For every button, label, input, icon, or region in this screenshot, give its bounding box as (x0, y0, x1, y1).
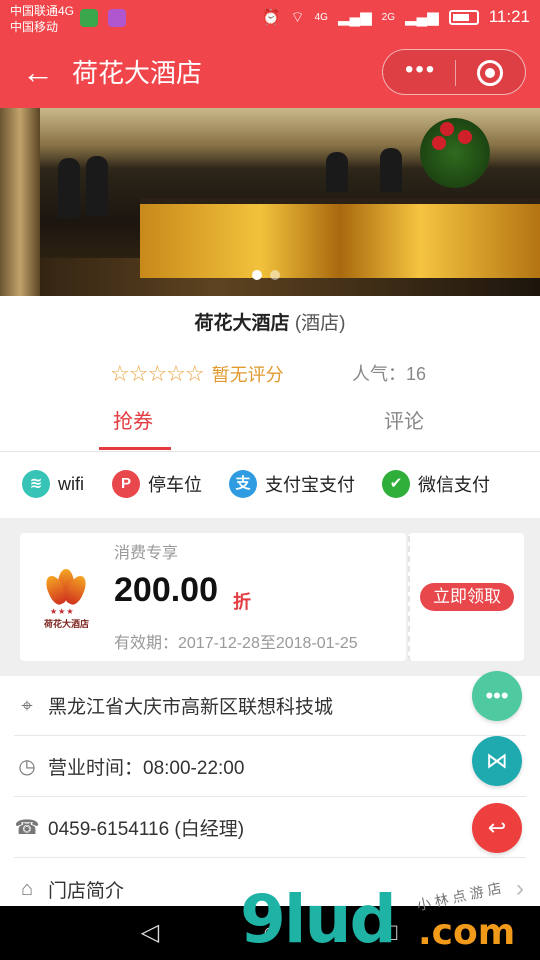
location-pin-icon: ⌖ (21, 694, 33, 717)
amenity-label: 停车位 (148, 475, 202, 495)
hero-person (86, 156, 108, 216)
alipay-icon: 支 (229, 470, 257, 498)
signal-bars-icon: ▂▄▆ (337, 9, 372, 26)
hero-reception-counter (140, 198, 540, 278)
coupon-amount: 200.00 (114, 571, 218, 609)
store-icon: ⌂ (20, 878, 34, 900)
amenity-label: 支付宝支付 (265, 475, 355, 495)
amenities-row: ≋ wifi P 停车位 支 支付宝支付 ✔ 微信支付 (0, 462, 540, 510)
amenity-parking: P 停车位 (112, 470, 202, 498)
coupon-label: 消费专享 (114, 545, 179, 562)
hero-plant (420, 118, 490, 188)
address-text: 黑龙江省大庆市高新区联想科技城 (48, 697, 334, 718)
tab-coupon[interactable]: 抢券 (113, 406, 153, 438)
hero-pillar (0, 108, 40, 296)
net-4g-label: 4G (314, 11, 328, 23)
amenity-label: 微信支付 (418, 475, 490, 495)
tab-review[interactable]: 评论 (384, 406, 424, 438)
hours-row: ◷ 营业时间：08:00-22:00 (14, 737, 526, 797)
logo-name: 荷花大酒店 (44, 619, 90, 629)
phone-row[interactable]: ☎ 0459-6154116 (白经理) (14, 798, 526, 858)
hero-person (58, 158, 80, 218)
nav-back-button[interactable]: ◁ (135, 918, 165, 948)
wechat-pay-icon: ✔ (382, 470, 410, 498)
chat-button[interactable]: ••• (472, 671, 522, 721)
watermark-domain: .com (418, 912, 516, 953)
mini-program-capsule: ••• (382, 49, 526, 95)
carousel-indicator (252, 270, 280, 280)
watermark-text: 9lud (240, 881, 397, 958)
share-button[interactable]: ⋈ (472, 736, 522, 786)
carousel-dot-active[interactable] (252, 270, 262, 280)
hotel-logo (42, 569, 90, 609)
amenity-wifi: ≋ wifi (22, 470, 84, 498)
battery-icon (448, 9, 479, 25)
page-title: 荷花大酒店 (72, 58, 203, 88)
coupon-section: ★★★ 荷花大酒店 消费专享 200.00 折 有效期：2017-12-28至2… (0, 518, 540, 676)
phone-text: 0459-6154116 (白经理) (48, 819, 245, 840)
coupon-validity: 有效期：2017-12-28至2018-01-25 (114, 635, 358, 652)
intro-text: 门店简介 (48, 880, 125, 902)
hours-text: 营业时间：08:00-22:00 (48, 758, 245, 779)
signal-bars-icon-2: ▂▄▆ (405, 9, 439, 26)
rating-row: ☆☆☆☆☆ 暂无评分 (110, 360, 284, 388)
address-row[interactable]: ⌖ 黑龙江省大庆市高新区联想科技城 (14, 676, 526, 736)
return-button[interactable]: ↩ (472, 803, 522, 853)
watermark-sub: 小林点游店 (415, 878, 507, 914)
close-mini-program-button[interactable] (477, 60, 503, 86)
hero-person (326, 152, 348, 192)
back-button[interactable]: ← (22, 52, 54, 92)
parking-icon: P (112, 470, 140, 498)
capsule-divider (455, 60, 456, 86)
amenity-wechat-pay: ✔ 微信支付 (382, 470, 490, 498)
claim-coupon-button[interactable]: 立即领取 (420, 583, 514, 611)
hero-image-carousel[interactable] (0, 108, 540, 296)
clock-time: 11:21 (488, 7, 530, 26)
logo-stars: ★★★ (50, 607, 75, 616)
alarm-icon: ⏰ (261, 9, 281, 26)
carousel-dot[interactable] (270, 270, 280, 280)
star-rating-icon: ☆☆☆☆☆ (110, 361, 205, 386)
hero-person (380, 148, 402, 192)
more-button[interactable]: ••• (405, 56, 436, 84)
tab-bar: 抢券 评论 (0, 400, 540, 452)
coupon-claim-area: 立即领取 (408, 533, 524, 661)
rating-text: 暂无评分 (211, 365, 284, 385)
nav-bar: ← 荷花大酒店 ••• (0, 38, 540, 108)
carrier-info: 中国联通4G 中国移动 (10, 3, 74, 35)
watermark: 9lud .com 小林点游店 (240, 878, 540, 960)
coupon-card[interactable]: ★★★ 荷花大酒店 消费专享 200.00 折 有效期：2017-12-28至2… (20, 533, 406, 661)
clock-icon: ◷ (18, 755, 36, 778)
arrow-left-icon: ← (22, 54, 54, 90)
carrier-2: 中国移动 (10, 20, 59, 34)
amenity-label: wifi (58, 473, 84, 494)
hotel-heading: 荷花大酒店 (酒店) (0, 311, 540, 337)
popularity: 人气：16 (352, 364, 427, 384)
share-icon: ⋈ (486, 748, 508, 773)
carrier-1: 中国联通4G (10, 4, 75, 18)
status-right: ⏰ ⌔ 4G ▂▄▆ 2G ▂▄▆ 11:21 (262, 7, 530, 27)
wifi-icon: ≋ (22, 470, 50, 498)
more-dots-icon: ••• (405, 56, 437, 83)
amenity-alipay: 支 支付宝支付 (229, 470, 355, 498)
hotel-name: 荷花大酒店 (194, 313, 290, 334)
wifi-signal-icon: ⌔ (290, 8, 305, 26)
tab-active-indicator (99, 447, 171, 450)
gallery-app-icon (108, 9, 126, 27)
triangle-back-icon: ◁ (140, 919, 160, 946)
telephone-icon: ☎ (14, 816, 40, 839)
hotel-category: (酒店) (294, 313, 346, 334)
chat-bubble-icon: ••• (485, 683, 509, 708)
net-2g-label: 2G (381, 11, 396, 23)
shield-app-icon (80, 9, 98, 27)
status-bar: 中国联通4G 中国移动 ⏰ ⌔ 4G ▂▄▆ 2G ▂▄▆ 11:21 (0, 0, 540, 38)
return-arrow-icon: ↩ (487, 815, 507, 840)
coupon-unit: 折 (233, 592, 251, 612)
